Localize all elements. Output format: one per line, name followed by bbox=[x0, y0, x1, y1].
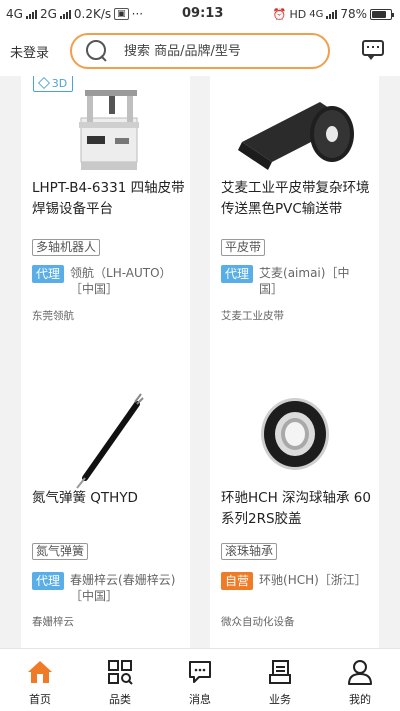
nav-business-label: 业务 bbox=[269, 693, 291, 706]
product-card[interactable]: 氮气弹簧 QTHYD 氮气弹簧 代理 春姗梓云(春姗梓云)［中国］ 春姗梓云 bbox=[21, 374, 190, 648]
signal-icon bbox=[25, 9, 37, 19]
agent-badge: 代理 bbox=[221, 265, 254, 283]
company-name: 微众自动化设备 bbox=[221, 616, 295, 628]
category-tag: 氮气弹簧 bbox=[32, 543, 89, 560]
product-title[interactable]: 艾麦工业平皮带复杂环境传送黑色PVC输送带 bbox=[221, 178, 377, 220]
product-image bbox=[31, 82, 181, 182]
search-icon bbox=[86, 40, 108, 62]
battery-icon bbox=[370, 8, 394, 20]
nav-home-label: 首页 bbox=[29, 693, 51, 706]
product-title[interactable]: 环驰HCH 深沟球轴承 60系列2RS胶盖 bbox=[221, 488, 377, 530]
notification-icon: ▣ bbox=[114, 8, 129, 20]
product-image bbox=[220, 82, 370, 182]
category-tag: 滚珠轴承 bbox=[221, 543, 278, 560]
brand-row: 代理 艾麦(aimai)［中国］ bbox=[221, 265, 367, 297]
nav-messages-label: 消息 bbox=[189, 693, 211, 706]
product-image bbox=[220, 392, 370, 492]
product-title[interactable]: 氮气弹簧 QTHYD bbox=[32, 488, 188, 509]
network-speed: 0.2K/s bbox=[73, 7, 112, 21]
user-icon bbox=[348, 660, 372, 685]
company-name: 东莞领航 bbox=[32, 310, 74, 322]
nav-home[interactable]: 首页 bbox=[0, 649, 80, 711]
product-grid: 3D LHPT-B4-6331 四轴皮带焊锡设备平台 多轴机器人 代理 领航（L… bbox=[0, 76, 400, 648]
agent-badge: 代理 bbox=[32, 265, 65, 283]
brand-name: 领航（LH-AUTO）［中国］ bbox=[70, 266, 172, 296]
nav-category[interactable]: 品类 bbox=[80, 649, 160, 711]
category-tag: 平皮带 bbox=[221, 239, 266, 256]
nav-mine[interactable]: 我的 bbox=[320, 649, 400, 711]
signal-icon-2 bbox=[59, 9, 71, 19]
brand-row: 自营 环驰(HCH)［浙江］ bbox=[221, 572, 367, 590]
product-image bbox=[31, 392, 181, 492]
nav-category-label: 品类 bbox=[109, 693, 131, 706]
chat-icon bbox=[189, 661, 211, 683]
search-input[interactable] bbox=[124, 43, 314, 59]
brand-name: 春姗梓云(春姗梓云)［中国］ bbox=[70, 573, 176, 603]
product-card[interactable]: 环驰HCH 深沟球轴承 60系列2RS胶盖 滚珠轴承 自营 环驰(HCH)［浙江… bbox=[210, 374, 379, 648]
clock: 09:13 bbox=[182, 6, 224, 21]
more-dots-icon: ··· bbox=[131, 7, 144, 21]
status-right: ⏰ HD 4G 78% bbox=[272, 7, 394, 21]
agent-badge: 代理 bbox=[32, 572, 65, 590]
product-title[interactable]: LHPT-B4-6331 四轴皮带焊锡设备平台 bbox=[32, 178, 188, 220]
message-icon[interactable] bbox=[362, 40, 384, 60]
net-type: 4G bbox=[309, 8, 324, 20]
home-icon bbox=[28, 661, 52, 683]
network-label-2: 2G bbox=[39, 7, 57, 21]
hd-label: HD bbox=[289, 7, 307, 21]
self-operated-badge: 自营 bbox=[221, 572, 254, 590]
company-name: 春姗梓云 bbox=[32, 616, 74, 628]
brand-row: 代理 领航（LH-AUTO）［中国］ bbox=[32, 265, 178, 297]
category-icon bbox=[108, 660, 133, 685]
category-tag: 多轴机器人 bbox=[32, 239, 101, 256]
nav-messages[interactable]: 消息 bbox=[160, 649, 240, 711]
company-name: 艾麦工业皮带 bbox=[221, 310, 284, 322]
network-label: 4G bbox=[6, 7, 23, 21]
brand-name: 环驰(HCH)［浙江］ bbox=[259, 573, 367, 587]
nav-mine-label: 我的 bbox=[349, 693, 371, 706]
header: 未登录 bbox=[0, 28, 400, 76]
status-left: 4G 2G 0.2K/s ▣ ··· bbox=[6, 7, 143, 21]
login-link[interactable]: 未登录 bbox=[10, 42, 49, 61]
brand-row: 代理 春姗梓云(春姗梓云)［中国］ bbox=[32, 572, 178, 604]
search-box[interactable] bbox=[70, 33, 330, 69]
status-bar: 4G 2G 0.2K/s ▣ ··· 09:13 ⏰ HD 4G 78% bbox=[0, 0, 400, 28]
brand-name: 艾麦(aimai)［中国］ bbox=[259, 266, 350, 296]
battery-percent: 78% bbox=[340, 7, 367, 21]
signal-icon-3 bbox=[326, 9, 338, 19]
nav-business[interactable]: 业务 bbox=[240, 649, 320, 711]
bottom-nav: 首页 品类 消息 业务 我的 bbox=[0, 648, 400, 711]
document-icon bbox=[269, 660, 291, 684]
alarm-icon: ⏰ bbox=[272, 7, 287, 21]
